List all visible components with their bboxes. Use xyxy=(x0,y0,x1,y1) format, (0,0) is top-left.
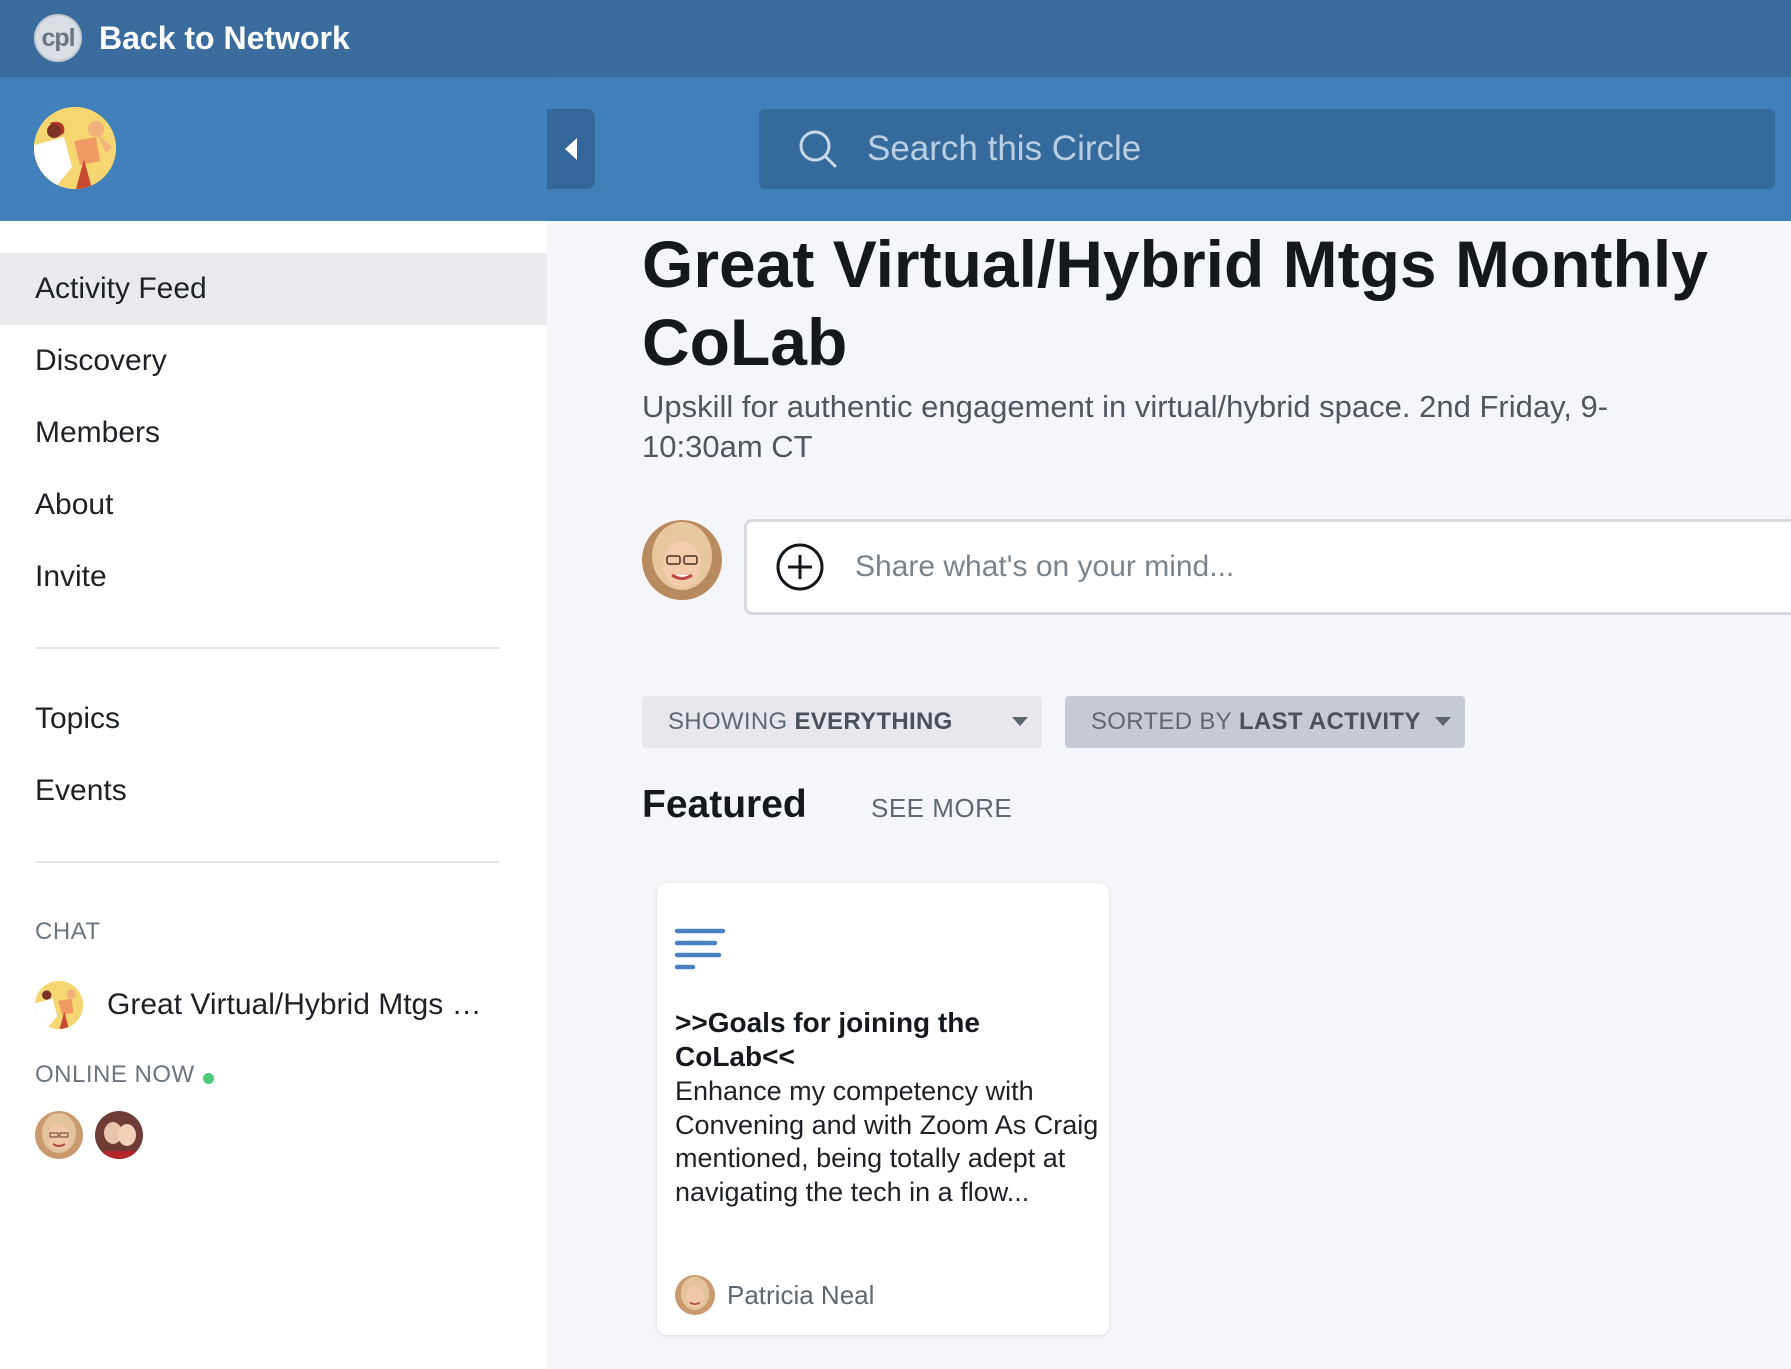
post-composer[interactable]: Share what's on your mind... xyxy=(744,519,1791,615)
sidebar-divider xyxy=(35,647,500,649)
chat-circle-avatar xyxy=(35,981,83,1029)
sidebar-item-activity-feed[interactable]: Activity Feed xyxy=(0,253,547,325)
chat-section-label: CHAT xyxy=(35,918,101,945)
top-bar: cpl Back to Network xyxy=(0,0,1791,77)
author-avatar xyxy=(675,1275,715,1315)
sidebar-divider xyxy=(35,861,500,863)
user-photo-icon xyxy=(675,1275,715,1315)
post-title: >>Goals for joining the CoLab<< xyxy=(675,1007,980,1072)
online-now-text: ONLINE NOW xyxy=(35,1061,195,1088)
sidebar-item-topics[interactable]: Topics xyxy=(0,683,547,755)
composer-placeholder: Share what's on your mind... xyxy=(855,550,1235,583)
sidebar: Activity Feed Discovery Members About In… xyxy=(0,221,547,1369)
text-post-icon xyxy=(675,928,725,970)
chevron-left-icon xyxy=(565,138,577,160)
back-to-network-link[interactable]: cpl Back to Network xyxy=(34,14,350,62)
page-title: Great Virtual/Hybrid Mtgs Monthly CoLab xyxy=(642,227,1708,379)
sidebar-item-discovery[interactable]: Discovery xyxy=(0,325,547,397)
user-photo-icon xyxy=(35,1111,83,1159)
search-bar[interactable] xyxy=(759,109,1775,189)
circle-description: Upskill for authentic engagement in virt… xyxy=(642,389,1609,464)
post-excerpt: Enhance my competency with Convening and… xyxy=(675,1076,1099,1207)
post-author[interactable]: Patricia Neal xyxy=(675,1275,874,1315)
user-photo-icon xyxy=(642,520,722,600)
sidebar-header xyxy=(0,77,547,221)
circle-illustration-icon xyxy=(34,107,116,189)
search-input[interactable] xyxy=(867,119,1775,179)
chevron-down-icon xyxy=(1012,717,1028,726)
online-member-avatar[interactable] xyxy=(35,1111,83,1159)
back-to-network-label: Back to Network xyxy=(99,19,350,56)
user-photo-icon xyxy=(95,1111,143,1159)
network-logo: cpl xyxy=(34,14,82,62)
online-members xyxy=(35,1111,143,1159)
app-root: cpl Back to Network Search this Circle A… xyxy=(0,0,1791,1369)
featured-heading: Featured xyxy=(642,783,807,826)
chevron-down-icon xyxy=(1435,717,1451,726)
sort-dropdown[interactable]: SORTED BY LAST ACTIVITY xyxy=(1065,696,1465,748)
chat-item-label: Great Virtual/Hybrid Mtgs Monthly CoLab xyxy=(107,988,505,1021)
circle-avatar[interactable] xyxy=(34,107,116,189)
current-user-avatar[interactable] xyxy=(642,520,722,600)
filter-showing-dropdown[interactable]: SHOWING EVERYTHING xyxy=(642,696,1042,748)
see-more-link[interactable]: SEE MORE xyxy=(871,793,1012,824)
chat-item-circle[interactable]: Great Virtual/Hybrid Mtgs Monthly CoLab xyxy=(35,978,505,1032)
author-name: Patricia Neal xyxy=(727,1279,875,1310)
sidebar-item-invite[interactable]: Invite xyxy=(0,541,547,613)
search-icon xyxy=(799,130,837,168)
featured-post-card[interactable]: >>Goals for joining the CoLab<< Enhance … xyxy=(657,883,1109,1335)
sort-value: LAST ACTIVITY xyxy=(1238,708,1421,735)
circle-illustration-icon xyxy=(35,981,83,1029)
filter-showing-prefix: SHOWING xyxy=(668,708,788,735)
main-content: Great Virtual/Hybrid Mtgs Monthly CoLab … xyxy=(547,221,1791,1369)
online-status-dot xyxy=(202,1072,214,1084)
filter-showing-value: EVERYTHING xyxy=(794,708,953,735)
circle-header xyxy=(0,77,1791,221)
sidebar-item-events[interactable]: Events xyxy=(0,755,547,827)
sidebar-item-members[interactable]: Members xyxy=(0,397,547,469)
sort-prefix: SORTED BY xyxy=(1091,708,1232,735)
collapse-sidebar-button[interactable] xyxy=(547,109,595,189)
sidebar-item-about[interactable]: About xyxy=(0,469,547,541)
online-member-avatar[interactable] xyxy=(95,1111,143,1159)
online-now-label: ONLINE NOW xyxy=(35,1061,214,1089)
plus-circle-icon xyxy=(776,543,824,591)
